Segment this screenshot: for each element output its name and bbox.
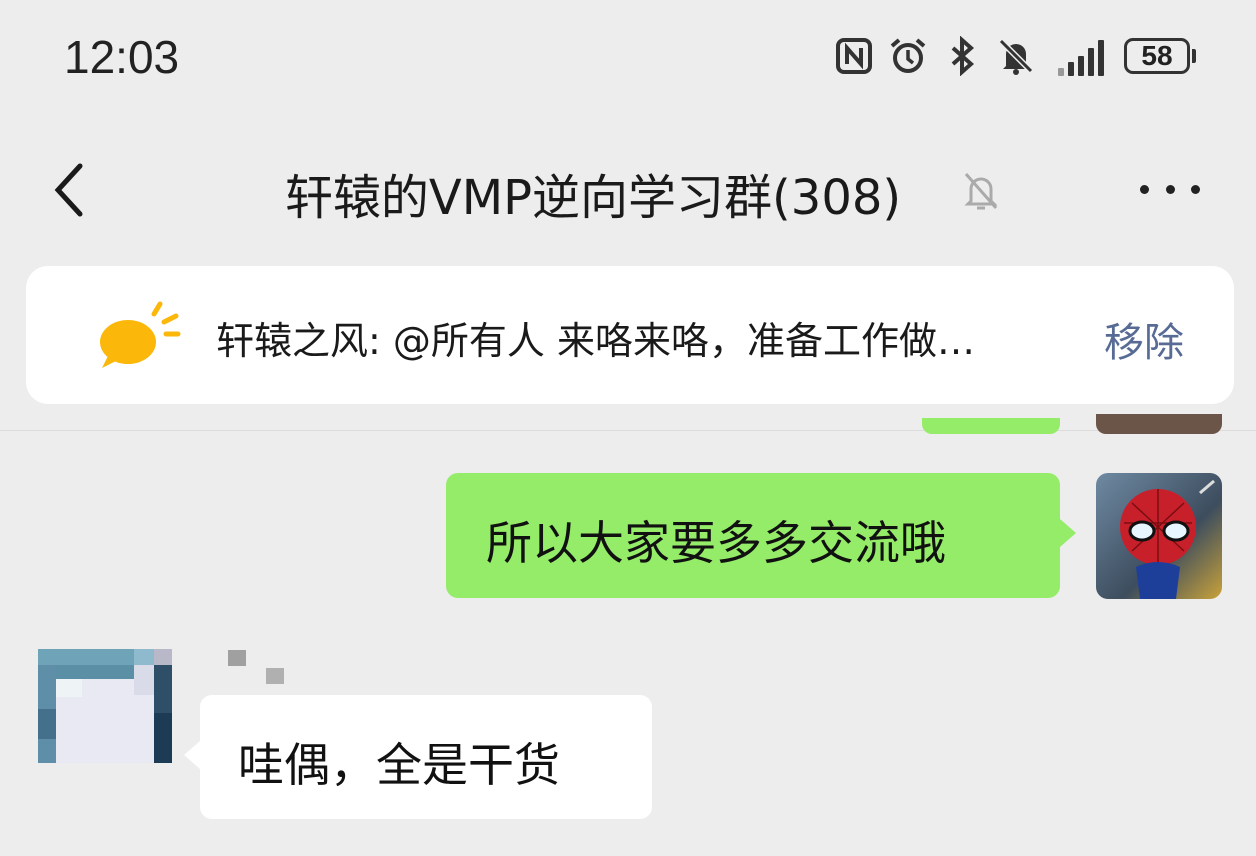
signal-icon	[1058, 36, 1104, 76]
group-announcement[interactable]: 轩辕之风: @所有人 来咯来咯，准备工作做… 移除	[26, 266, 1234, 404]
announcement-bubble-icon	[96, 298, 186, 378]
incoming-message-bubble[interactable]: 哇偶，全是干货	[184, 695, 652, 819]
sender-name-redacted	[228, 650, 288, 690]
status-time: 12:03	[64, 31, 180, 83]
battery-icon: 58	[1124, 38, 1196, 74]
outgoing-message-bubble[interactable]: 所以大家要多多交流哦	[446, 473, 1076, 598]
previous-avatar	[1096, 414, 1222, 434]
bluetooth-icon	[942, 36, 982, 76]
alarm-icon	[888, 36, 928, 76]
nfc-icon	[834, 36, 874, 76]
status-icons: 58	[834, 36, 1196, 76]
remove-announcement-button[interactable]: 移除	[1104, 310, 1184, 368]
divider	[0, 430, 1256, 431]
notifications-off-icon	[996, 36, 1036, 76]
message-text: 所以大家要多多交流哦	[486, 516, 946, 570]
avatar-other[interactable]	[38, 649, 172, 763]
avatar-self[interactable]	[1096, 473, 1222, 599]
previous-message-bubble	[922, 418, 1060, 434]
more-button[interactable]	[1140, 174, 1200, 204]
battery-level: 58	[1124, 38, 1190, 74]
more-dots-icon	[1140, 184, 1149, 194]
chat-header: 轩辕的VMP逆向学习群(308)	[0, 140, 1256, 240]
announcement-text: 轩辕之风: @所有人 来咯来咯，准备工作做…	[216, 319, 975, 363]
bell-off-icon	[958, 168, 1004, 214]
chat-title: 轩辕的VMP逆向学习群(308)	[284, 170, 902, 226]
message-text: 哇偶，全是干货	[238, 738, 560, 792]
